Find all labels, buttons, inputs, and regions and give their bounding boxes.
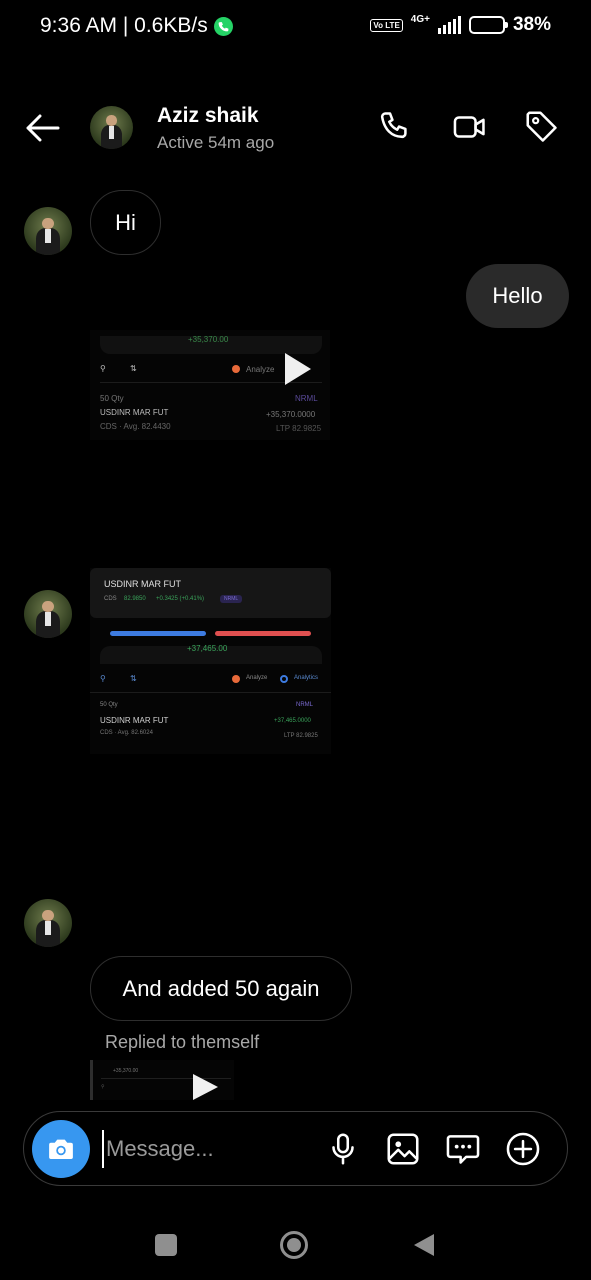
image-analytics: Analytics <box>294 675 319 681</box>
phone-icon <box>380 112 407 139</box>
replied-note: Replied to themself <box>105 1032 260 1052</box>
video-qty: 50 Qty <box>100 394 124 403</box>
status-left: 9:36 AM | 0.6KB/s <box>40 14 233 38</box>
message-bubble-incoming[interactable]: And added 50 again <box>90 956 352 1021</box>
more-options-button[interactable] <box>504 1130 542 1168</box>
plus-circle-icon <box>506 1132 540 1166</box>
recents-button[interactable] <box>151 1230 181 1260</box>
battery-icon <box>468 16 508 34</box>
image-qty: 50 Qty <box>100 702 118 708</box>
video-camera-icon <box>453 116 485 138</box>
video-call-button[interactable] <box>451 108 489 146</box>
signal-icon <box>437 16 461 34</box>
back-button[interactable] <box>22 108 62 148</box>
sender-avatar[interactable] <box>24 207 72 255</box>
message-composer <box>23 1111 568 1186</box>
volte-icon: Vo LTE <box>370 18 403 32</box>
status-right: Vo LTE 4G+ 38% <box>370 14 551 36</box>
contact-status: Active 54m ago <box>157 133 275 152</box>
message-bubble-incoming[interactable]: Hi <box>90 190 161 255</box>
shared-video-1[interactable]: +35,370.00 ⚲ ⇅ Analyze 50 Qty NRML USDIN… <box>90 330 330 440</box>
contact-name[interactable]: Aziz shaik <box>157 104 259 128</box>
image-icon <box>387 1133 419 1165</box>
instrument-tag: NRML <box>220 595 243 603</box>
instrument-change: +0.3425 (+0.41%) <box>156 596 205 602</box>
system-nav-bar <box>0 1210 591 1280</box>
instrument-title: USDINR MAR FUT <box>104 579 181 589</box>
contact-avatar[interactable] <box>90 106 133 149</box>
whatsapp-icon <box>213 16 233 36</box>
image-badge: NRML <box>296 702 314 708</box>
play-icon[interactable] <box>193 1074 218 1100</box>
instrument-price: 82.9850 <box>124 596 146 602</box>
filter-icon: ⇅ <box>130 364 137 373</box>
video-pnl: +35,370.00 <box>188 335 229 344</box>
image-ltp: LTP 82.9825 <box>284 733 318 739</box>
shared-image[interactable]: USDINR MAR FUT CDS 82.9850 +0.3425 (+0.4… <box>90 568 331 754</box>
camera-button[interactable] <box>32 1120 90 1178</box>
analytics-icon <box>280 675 288 683</box>
microphone-icon <box>332 1133 354 1165</box>
sender-avatar[interactable] <box>24 899 72 947</box>
video-sub: CDS · Avg. 82.4430 <box>100 422 171 431</box>
arrow-left-icon <box>26 114 60 142</box>
search-icon: ⚲ <box>101 1084 105 1090</box>
home-circle-icon <box>280 1231 308 1259</box>
battery-percent: 38% <box>512 14 551 35</box>
image-analyze: Analyze <box>246 675 268 681</box>
message-text: Hello <box>492 283 543 308</box>
sticker-button[interactable] <box>444 1130 482 1168</box>
sell-bar <box>215 631 311 636</box>
play-icon[interactable] <box>285 353 311 385</box>
message-text: And added 50 again <box>122 975 320 1001</box>
image-pnl: +37,465.00 <box>187 644 228 653</box>
network-type: 4G+ <box>410 13 430 25</box>
message-text: Hi <box>115 209 136 235</box>
instrument-card <box>90 568 331 618</box>
tag-button[interactable] <box>523 108 561 146</box>
image-instrument: USDINR MAR FUT <box>100 716 169 725</box>
tag-icon <box>526 111 557 142</box>
status-time: 9:36 AM | 0.6KB/s <box>40 14 208 37</box>
search-icon: ⚲ <box>100 364 106 373</box>
message-input[interactable] <box>102 1130 312 1168</box>
home-button[interactable] <box>279 1230 309 1260</box>
video-badge: NRML <box>295 394 318 403</box>
message-bubble-outgoing[interactable]: Hello <box>466 264 569 328</box>
reply-preview-pnl: +35,370.00 <box>113 1068 139 1074</box>
chat-header: Aziz shaik Active 54m ago <box>0 88 591 168</box>
instrument-cds: CDS <box>104 596 117 602</box>
voice-call-button[interactable] <box>375 108 413 146</box>
analyze-dot-icon <box>232 675 240 683</box>
reply-preview[interactable]: +35,370.00 ⚲ <box>90 1060 234 1100</box>
video-value: +35,370.0000 <box>266 410 316 419</box>
video-ltp: LTP 82.9825 <box>276 424 322 433</box>
chat-bubble-icon <box>446 1135 480 1164</box>
square-icon <box>155 1234 177 1256</box>
voice-message-button[interactable] <box>324 1130 362 1168</box>
triangle-back-icon <box>414 1234 434 1256</box>
gallery-button[interactable] <box>384 1130 422 1168</box>
video-instrument: USDINR MAR FUT <box>100 408 169 417</box>
filter-icon: ⇅ <box>130 674 137 683</box>
sender-avatar[interactable] <box>24 590 72 638</box>
search-icon: ⚲ <box>100 674 106 683</box>
image-value: +37,465.0000 <box>274 718 311 724</box>
status-bar: 9:36 AM | 0.6KB/s Vo LTE 4G+ 38% <box>0 0 591 56</box>
analyze-dot-icon <box>232 365 240 373</box>
video-analyze: Analyze <box>246 365 275 374</box>
divider <box>90 692 331 693</box>
image-sub: CDS · Avg. 82.6024 <box>100 730 153 736</box>
buy-bar <box>110 631 206 636</box>
back-nav-button[interactable] <box>408 1230 438 1260</box>
camera-icon <box>49 1139 73 1159</box>
